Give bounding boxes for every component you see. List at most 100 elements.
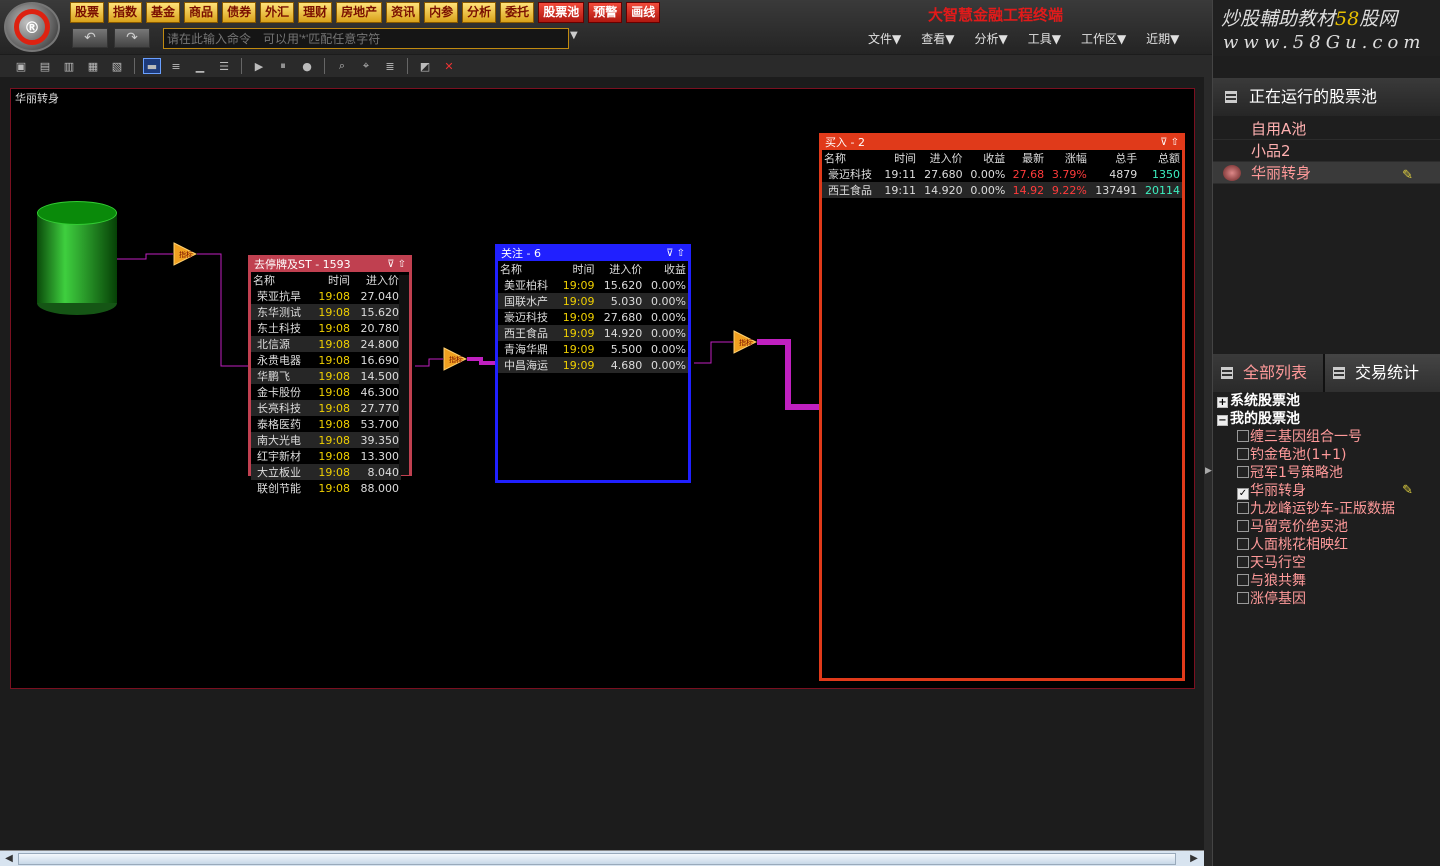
table-row[interactable]: 中昌海运 19:09 4.680 0.00%: [498, 357, 688, 373]
table-row[interactable]: 北信源 19:08 24.800: [251, 336, 401, 352]
open-folder-icon[interactable]: ▣: [12, 58, 30, 74]
panel-menu-icon[interactable]: ⊽ ⇧: [666, 247, 685, 261]
table-row[interactable]: 长亮科技 19:08 27.770: [251, 400, 401, 416]
my-pool-item[interactable]: 涨停基因: [1237, 590, 1437, 608]
table-row[interactable]: 荣亚抗旱 19:08 27.040: [251, 288, 401, 304]
menu-button[interactable]: 理财: [298, 2, 333, 23]
table-row[interactable]: 南大光电 19:08 39.350: [251, 432, 401, 448]
align-center-icon[interactable]: ☰: [215, 58, 233, 74]
forward-button[interactable]: ↷: [114, 28, 150, 48]
edit-pencil-icon[interactable]: ✎: [1402, 165, 1413, 187]
column-header[interactable]: 收益: [644, 261, 688, 277]
column-header[interactable]: 时间: [879, 150, 918, 166]
delete-icon[interactable]: ✕: [440, 58, 458, 74]
my-pool-item[interactable]: 冠军1号策略池: [1237, 464, 1437, 482]
edit-pencil-icon[interactable]: ✎: [1402, 482, 1413, 500]
my-pool-item[interactable]: 马留竞价绝买池: [1237, 518, 1437, 536]
filter-node-2[interactable]: 指标: [443, 347, 468, 371]
zoom-icon[interactable]: ⌕: [333, 58, 351, 74]
expand-icon[interactable]: +: [1217, 397, 1228, 408]
top-menu-item[interactable]: 近期▼: [1146, 30, 1179, 47]
list-icon[interactable]: ≣: [381, 58, 399, 74]
splitter-arrow-icon[interactable]: ▶: [1205, 466, 1212, 476]
pool-checkbox[interactable]: [1237, 502, 1249, 514]
running-pool-item[interactable]: 小品2: [1213, 140, 1440, 162]
tab-trade-stats[interactable]: 交易统计: [1325, 354, 1440, 392]
my-pool-item[interactable]: 缠三基因组合一号: [1237, 428, 1437, 446]
tree-system-pools[interactable]: + 系统股票池: [1217, 392, 1300, 410]
table-row[interactable]: 美亚柏科 19:09 15.620 0.00%: [498, 277, 688, 293]
panel-menu-icon[interactable]: ⊽ ⇧: [387, 258, 406, 272]
menu-button-red[interactable]: 股票池: [538, 2, 585, 23]
menu-button[interactable]: 基金: [146, 2, 181, 23]
my-pool-item[interactable]: ✓ 华丽转身 ✎: [1237, 482, 1437, 500]
table-row[interactable]: 大立板业 19:08 8.040: [251, 464, 401, 480]
menu-button[interactable]: 股票: [70, 2, 105, 23]
scroll-left-icon[interactable]: ◀: [1, 852, 17, 866]
filter-node-1[interactable]: 指标: [173, 242, 198, 266]
scroll-thumb[interactable]: [18, 853, 1176, 865]
copy-icon[interactable]: ▧: [108, 58, 126, 74]
running-pool-item[interactable]: 自用A池: [1213, 118, 1440, 140]
panel-menu-icon[interactable]: ⊽ ⇧: [1160, 136, 1179, 150]
panel1-scrollbar[interactable]: [399, 275, 409, 475]
menu-button[interactable]: 商品: [184, 2, 219, 23]
running-pool-item[interactable]: 华丽转身 ✎: [1213, 162, 1440, 184]
menu-button[interactable]: 内参: [424, 2, 459, 23]
tree-my-pools[interactable]: − 我的股票池: [1217, 410, 1300, 428]
column-header[interactable]: 名称: [822, 150, 879, 166]
table-row[interactable]: 青海华鼎 19:09 5.500 0.00%: [498, 341, 688, 357]
pool-panel-buy[interactable]: 买入 - 2 ⊽ ⇧ 名称 时间 进入价 收益 最新 涨幅 总手 总额 豪迈科技 19:11 27.6…: [819, 133, 1185, 681]
pool-panel-exclude-st[interactable]: 去停牌及ST - 1593 ⊽ ⇧ 名称 时间 进入价 荣亚抗旱 19:08 27.040 东…: [248, 255, 412, 495]
export-icon[interactable]: ▦: [84, 58, 102, 74]
horizontal-scrollbar[interactable]: ◀ ▶: [0, 850, 1204, 866]
collapse-icon[interactable]: −: [1217, 415, 1228, 426]
app-logo[interactable]: ®: [4, 2, 60, 52]
play-icon[interactable]: ▶: [250, 58, 268, 74]
filter-node-3[interactable]: 指标: [733, 330, 758, 354]
my-pool-item[interactable]: 人面桃花相映红: [1237, 536, 1437, 554]
my-pool-item[interactable]: 钓金龟池(1+1): [1237, 446, 1437, 464]
my-pool-item[interactable]: 天马行空: [1237, 554, 1437, 572]
column-header[interactable]: 涨幅: [1046, 150, 1089, 166]
menu-button[interactable]: 委托: [500, 2, 535, 23]
table-row[interactable]: 华鹏飞 19:08 14.500: [251, 368, 401, 384]
column-header[interactable]: 时间: [556, 261, 596, 277]
column-header[interactable]: 总额: [1139, 150, 1182, 166]
table-row[interactable]: 东华测试 19:08 15.620: [251, 304, 401, 320]
print-icon[interactable]: ▥: [60, 58, 78, 74]
zoom-fit-icon[interactable]: ⌖: [357, 58, 375, 74]
column-header[interactable]: 收益: [965, 150, 1008, 166]
column-header[interactable]: 总手: [1089, 150, 1139, 166]
pool-checkbox[interactable]: [1237, 592, 1249, 604]
menu-button[interactable]: 债券: [222, 2, 257, 23]
pool-checkbox[interactable]: [1237, 430, 1249, 442]
table-row[interactable]: 豪迈科技 19:11 27.680 0.00% 27.68 3.79% 4879 1350: [822, 166, 1182, 182]
column-header[interactable]: 进入价: [597, 261, 645, 277]
panel-header[interactable]: 去停牌及ST - 1593 ⊽ ⇧: [251, 258, 409, 272]
menu-button[interactable]: 分析: [462, 2, 497, 23]
database-source-icon[interactable]: [37, 201, 117, 315]
pool-checkbox[interactable]: [1237, 448, 1249, 460]
top-menu-item[interactable]: 工作区▼: [1081, 30, 1126, 47]
pool-panel-watch[interactable]: 关注 - 6 ⊽ ⇧ 名称 时间 进入价 收益 美亚柏科 19:09 15.620 0.00% 国…: [495, 244, 691, 483]
table-row[interactable]: 西王食品 19:09 14.920 0.00%: [498, 325, 688, 341]
column-header[interactable]: 进入价: [918, 150, 965, 166]
table-row[interactable]: 西王食品 19:11 14.920 0.00% 14.92 9.22% 137491 2011…: [822, 182, 1182, 198]
column-header[interactable]: 最新: [1007, 150, 1046, 166]
table-row[interactable]: 东土科技 19:08 20.780: [251, 320, 401, 336]
menu-button[interactable]: 外汇: [260, 2, 295, 23]
table-row[interactable]: 金卡股份 19:08 46.300: [251, 384, 401, 400]
strategy-canvas[interactable]: 华丽转身 指标 指标 指标 去停牌及ST - 1593 ⊽ ⇧ 名称 时间 进入价 荣亚…: [10, 88, 1195, 689]
pool-checkbox[interactable]: [1237, 574, 1249, 586]
save-icon[interactable]: ▤: [36, 58, 54, 74]
top-menu-item[interactable]: 查看▼: [921, 30, 954, 47]
scroll-right-icon[interactable]: ▶: [1186, 852, 1202, 866]
table-row[interactable]: 国联水产 19:09 5.030 0.00%: [498, 293, 688, 309]
menu-button-red[interactable]: 画线: [626, 2, 661, 23]
table-row[interactable]: 联创节能 19:08 88.000: [251, 480, 401, 496]
pool-checkbox[interactable]: [1237, 538, 1249, 550]
table-row[interactable]: 永贵电器 19:08 16.690: [251, 352, 401, 368]
pool-checkbox[interactable]: ✓: [1237, 488, 1249, 500]
pool-checkbox[interactable]: [1237, 520, 1249, 532]
